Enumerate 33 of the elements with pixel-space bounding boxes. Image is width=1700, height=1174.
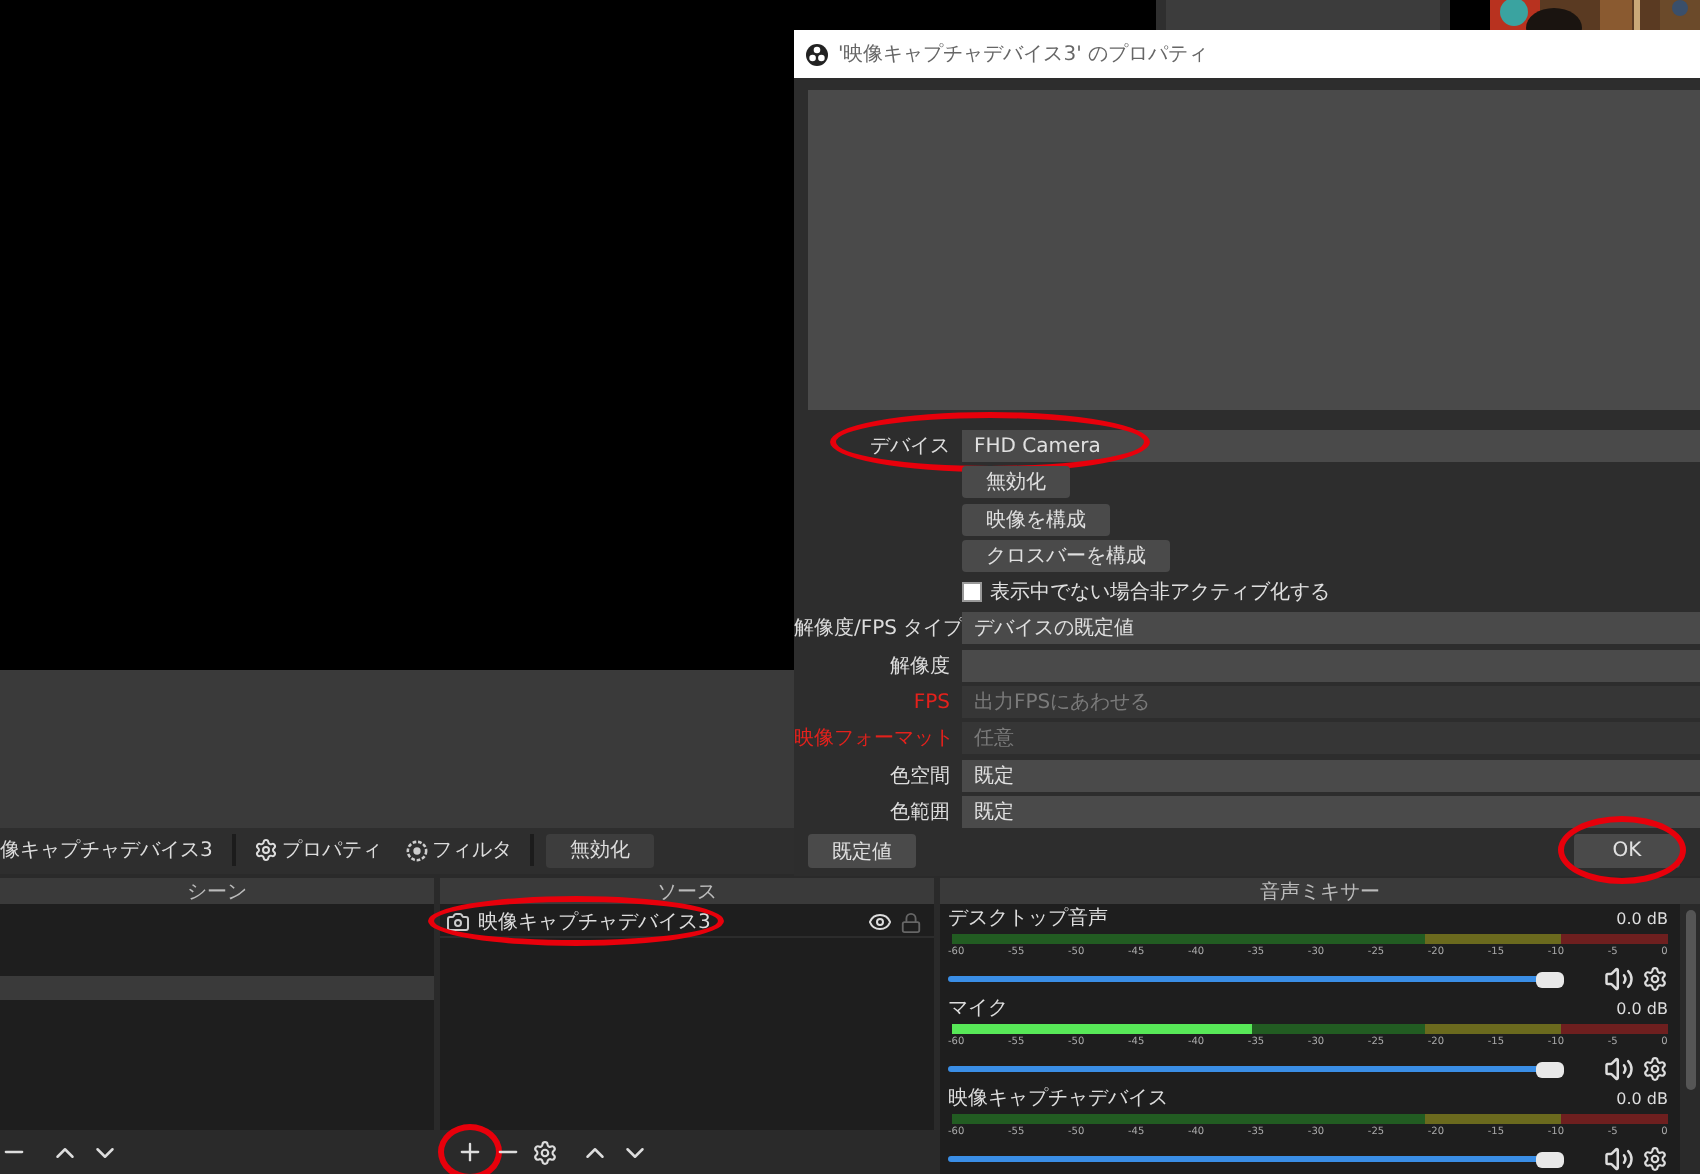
source-item[interactable]: 映像キャプチャデバイス3	[440, 908, 934, 938]
field-label: 解像度	[888, 653, 952, 680]
dock-title: シーン	[187, 884, 247, 904]
dialog-button[interactable]: 映像を構成	[962, 503, 1110, 536]
channel-name: 映像キャプチャデバイス	[948, 1089, 1168, 1109]
window-title: '映像キャプチャデバイス3' のプロパティ	[838, 41, 1209, 68]
select-field[interactable]: 既定	[962, 795, 1700, 828]
ok-button[interactable]: OK	[1574, 834, 1680, 869]
field-label: 色空間	[888, 763, 952, 790]
field-label: FPS	[911, 691, 952, 714]
field-label: 解像度/FPS タイプ	[794, 615, 962, 643]
select-field[interactable]: FHD Camera	[962, 430, 1700, 462]
db-reading: 0.0 dB	[1616, 1090, 1668, 1108]
checkbox-option[interactable]: 表示中でない場合非アクティブ化する	[962, 578, 1330, 607]
field-label: 映像フォーマット	[794, 725, 956, 753]
field-label: 色範囲	[888, 799, 952, 826]
select-field[interactable]: デバイスの既定値	[962, 612, 1700, 645]
disable-button[interactable]: 無効化	[546, 833, 654, 868]
db-reading: 0.0 dB	[1616, 910, 1668, 928]
dialog-button[interactable]: クロスバーを構成	[962, 539, 1170, 572]
channel-name: マイク	[948, 999, 1008, 1019]
toolbar-button[interactable]: プロパティ	[248, 836, 388, 865]
source-name: 像キャプチャデバイス3	[0, 837, 215, 865]
select-field[interactable]: 既定	[962, 759, 1700, 792]
dock-title: ソース	[657, 884, 717, 904]
toolbar-button[interactable]: フィルタ	[400, 836, 518, 865]
dialog-button[interactable]: 無効化	[962, 466, 1070, 499]
field-label: デバイス	[868, 434, 952, 460]
channel-name: デスクトップ音声	[948, 909, 1108, 929]
defaults-button[interactable]: 既定値	[808, 834, 916, 869]
dock-title: 音声ミキサー	[1260, 884, 1380, 904]
source-name: 映像キャプチャデバイス3	[478, 909, 713, 936]
db-reading: 0.0 dB	[1616, 1000, 1668, 1018]
